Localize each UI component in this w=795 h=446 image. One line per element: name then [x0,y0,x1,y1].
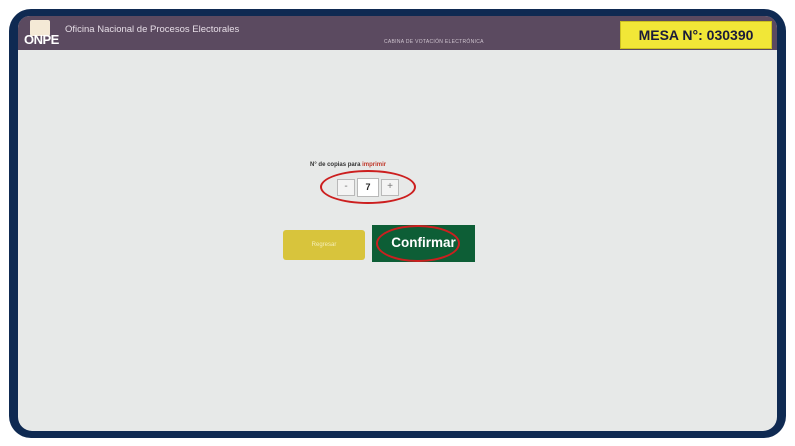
screen: ONPE Oficina Nacional de Procesos Electo… [18,16,777,431]
mesa-number-badge: MESA N°: 030390 [620,21,772,49]
copies-label-prefix: N° de copias para [310,162,361,168]
decrement-button[interactable]: - [337,179,355,196]
logo-wordmark: ONPE [24,32,59,47]
copies-label: N° de copias para imprimir [310,162,386,168]
device-frame: ONPE Oficina Nacional de Procesos Electo… [9,9,786,438]
copies-value[interactable]: 7 [357,178,379,197]
copies-label-accent: imprimir [362,162,387,168]
increment-button[interactable]: + [381,179,399,196]
onpe-logo: ONPE [22,20,68,50]
header-caption: CABINA DE VOTACIÓN ELECTRÓNICA [384,39,484,45]
confirm-button[interactable]: Confirmar [372,225,475,262]
back-button[interactable]: Regresar [283,230,365,260]
header-bar: ONPE Oficina Nacional de Procesos Electo… [18,16,777,50]
organization-name: Oficina Nacional de Procesos Electorales [65,24,240,35]
copies-stepper[interactable]: - 7 + [337,178,399,197]
